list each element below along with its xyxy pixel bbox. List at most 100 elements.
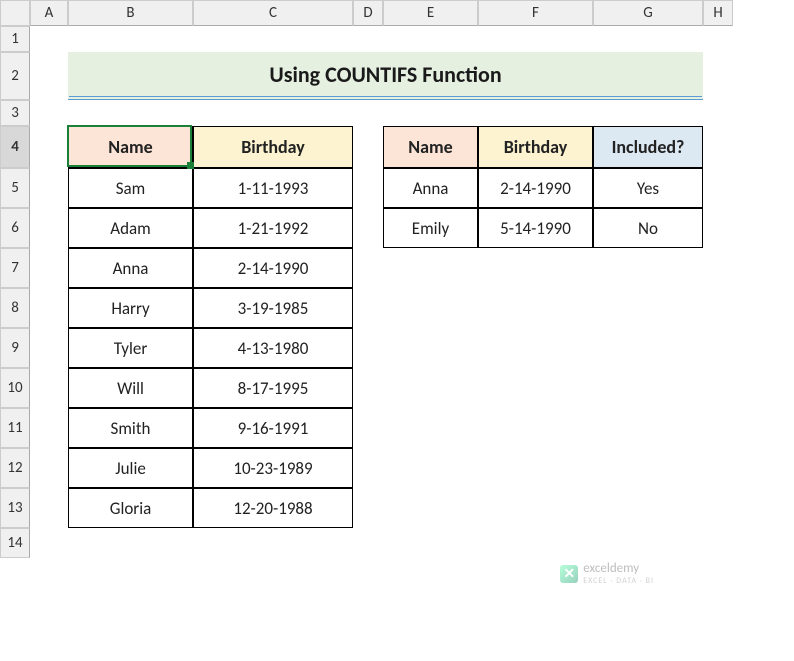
row-header-8[interactable]: 8 xyxy=(0,288,30,328)
cell-A10[interactable] xyxy=(30,368,68,408)
col-header-B[interactable]: B xyxy=(68,0,193,26)
cell-A5[interactable] xyxy=(30,168,68,208)
cell-C14[interactable] xyxy=(193,528,353,558)
cell-E3[interactable] xyxy=(383,100,478,126)
cell-A4[interactable] xyxy=(30,126,68,168)
row-header-14[interactable]: 14 xyxy=(0,528,30,558)
cell-G7[interactable] xyxy=(593,248,703,288)
table2-row-0-name[interactable]: Anna xyxy=(383,168,478,208)
cell-E1[interactable] xyxy=(383,26,478,52)
col-header-A[interactable]: A xyxy=(30,0,68,26)
cell-G14[interactable] xyxy=(593,528,703,558)
table1-row-0-name[interactable]: Sam xyxy=(68,168,193,208)
cell-G10[interactable] xyxy=(593,368,703,408)
cell-A6[interactable] xyxy=(30,208,68,248)
cell-D9[interactable] xyxy=(353,328,383,368)
table2-row-1-included[interactable]: No xyxy=(593,208,703,248)
cell-F11[interactable] xyxy=(478,408,593,448)
select-all-corner[interactable] xyxy=(0,0,30,26)
table1-row-5-birthday[interactable]: 8-17-1995 xyxy=(193,368,353,408)
row-header-10[interactable]: 10 xyxy=(0,368,30,408)
row-header-12[interactable]: 12 xyxy=(0,448,30,488)
cell-E13[interactable] xyxy=(383,488,478,528)
table1-row-4-name[interactable]: Tyler xyxy=(68,328,193,368)
cell-F14[interactable] xyxy=(478,528,593,558)
table2-row-0-birthday[interactable]: 2-14-1990 xyxy=(478,168,593,208)
cell-G9[interactable] xyxy=(593,328,703,368)
cell-F10[interactable] xyxy=(478,368,593,408)
cell-D7[interactable] xyxy=(353,248,383,288)
cell-D11[interactable] xyxy=(353,408,383,448)
cell-A13[interactable] xyxy=(30,488,68,528)
cell-F12[interactable] xyxy=(478,448,593,488)
table1-row-5-name[interactable]: Will xyxy=(68,368,193,408)
table1-row-1-birthday[interactable]: 1-21-1992 xyxy=(193,208,353,248)
cell-A2[interactable] xyxy=(30,52,68,100)
table1-row-2-birthday[interactable]: 2-14-1990 xyxy=(193,248,353,288)
cell-C3[interactable] xyxy=(193,100,353,126)
cell-E11[interactable] xyxy=(383,408,478,448)
cell-F1[interactable] xyxy=(478,26,593,52)
cell-A11[interactable] xyxy=(30,408,68,448)
cell-H14[interactable] xyxy=(703,528,733,558)
cell-G12[interactable] xyxy=(593,448,703,488)
cell-B14[interactable] xyxy=(68,528,193,558)
table1-row-3-birthday[interactable]: 3-19-1985 xyxy=(193,288,353,328)
cell-H12[interactable] xyxy=(703,448,733,488)
cell-D6[interactable] xyxy=(353,208,383,248)
cell-H4[interactable] xyxy=(703,126,733,168)
table1-row-6-birthday[interactable]: 9-16-1991 xyxy=(193,408,353,448)
cell-F8[interactable] xyxy=(478,288,593,328)
cell-A8[interactable] xyxy=(30,288,68,328)
cell-H13[interactable] xyxy=(703,488,733,528)
cell-E10[interactable] xyxy=(383,368,478,408)
row-header-11[interactable]: 11 xyxy=(0,408,30,448)
row-header-7[interactable]: 7 xyxy=(0,248,30,288)
cell-E14[interactable] xyxy=(383,528,478,558)
cell-B3[interactable] xyxy=(68,100,193,126)
table2-row-1-birthday[interactable]: 5-14-1990 xyxy=(478,208,593,248)
cell-H11[interactable] xyxy=(703,408,733,448)
table2-row-0-included[interactable]: Yes xyxy=(593,168,703,208)
cell-E12[interactable] xyxy=(383,448,478,488)
cell-D14[interactable] xyxy=(353,528,383,558)
cell-A1[interactable] xyxy=(30,26,68,52)
cell-H10[interactable] xyxy=(703,368,733,408)
col-header-D[interactable]: D xyxy=(353,0,383,26)
cell-E7[interactable] xyxy=(383,248,478,288)
cell-D10[interactable] xyxy=(353,368,383,408)
table1-row-2-name[interactable]: Anna xyxy=(68,248,193,288)
table1-row-8-name[interactable]: Gloria xyxy=(68,488,193,528)
table1-row-6-name[interactable]: Smith xyxy=(68,408,193,448)
cell-D3[interactable] xyxy=(353,100,383,126)
cell-F7[interactable] xyxy=(478,248,593,288)
cell-D5[interactable] xyxy=(353,168,383,208)
cell-E9[interactable] xyxy=(383,328,478,368)
cell-F3[interactable] xyxy=(478,100,593,126)
table1-row-3-name[interactable]: Harry xyxy=(68,288,193,328)
col-header-C[interactable]: C xyxy=(193,0,353,26)
table1-row-1-name[interactable]: Adam xyxy=(68,208,193,248)
cell-D13[interactable] xyxy=(353,488,383,528)
row-header-9[interactable]: 9 xyxy=(0,328,30,368)
cell-E8[interactable] xyxy=(383,288,478,328)
cell-B1[interactable] xyxy=(68,26,193,52)
row-header-2[interactable]: 2 xyxy=(0,52,30,100)
cell-H9[interactable] xyxy=(703,328,733,368)
cell-G11[interactable] xyxy=(593,408,703,448)
row-header-3[interactable]: 3 xyxy=(0,100,30,126)
table1-row-7-birthday[interactable]: 10-23-1989 xyxy=(193,448,353,488)
cell-D1[interactable] xyxy=(353,26,383,52)
cell-A3[interactable] xyxy=(30,100,68,126)
row-header-6[interactable]: 6 xyxy=(0,208,30,248)
cell-D8[interactable] xyxy=(353,288,383,328)
cell-F13[interactable] xyxy=(478,488,593,528)
cell-G13[interactable] xyxy=(593,488,703,528)
cell-H5[interactable] xyxy=(703,168,733,208)
cell-H3[interactable] xyxy=(703,100,733,126)
row-header-5[interactable]: 5 xyxy=(0,168,30,208)
cell-G8[interactable] xyxy=(593,288,703,328)
table1-row-0-birthday[interactable]: 1-11-1993 xyxy=(193,168,353,208)
cell-H7[interactable] xyxy=(703,248,733,288)
cell-G3[interactable] xyxy=(593,100,703,126)
